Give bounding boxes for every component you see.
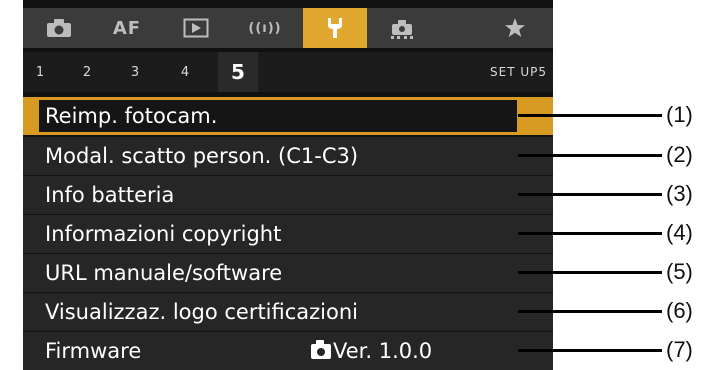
tab-setup[interactable] [303, 8, 367, 48]
menu-item-label: Visualizzaz. logo certificazioni [45, 300, 359, 324]
callout-line-5 [518, 271, 662, 274]
subtab-5[interactable]: 5 [218, 52, 258, 92]
star-icon [505, 18, 525, 37]
callout-line-2 [518, 154, 662, 157]
tab-my-menu[interactable] [483, 8, 547, 48]
subtab-2[interactable]: 2 [70, 52, 104, 92]
callout-line-7 [518, 349, 662, 352]
callout-line-1 [518, 114, 662, 117]
menu-item-firmware[interactable]: Firmware Ver. 1.0.0 [23, 332, 553, 370]
tab-custom-functions[interactable] [370, 8, 434, 48]
tab-playback[interactable] [164, 8, 228, 48]
subtab-3[interactable]: 3 [118, 52, 152, 92]
menu-item-label: Informazioni copyright [45, 222, 282, 246]
menu-item-logo-certificazioni[interactable]: Visualizzaz. logo certificazioni [23, 293, 553, 331]
menu-item-label: Firmware [45, 339, 142, 363]
callout-label-5: (5) [666, 259, 693, 284]
firmware-version-text: Ver. 1.0.0 [333, 339, 433, 363]
page-title: SET UP5 [490, 65, 547, 79]
callout-line-3 [518, 193, 662, 196]
firmware-version: Ver. 1.0.0 [311, 332, 432, 370]
wireless-icon: ((ı)) [248, 20, 282, 36]
subtab-4[interactable]: 4 [168, 52, 202, 92]
menu-item-label: URL manuale/software [45, 261, 283, 285]
playback-icon [183, 18, 209, 38]
callout-label-2: (2) [666, 142, 693, 167]
menu-item-reimp-fotocam[interactable]: Reimp. fotocam. [23, 97, 553, 135]
menu-item-info-batteria[interactable]: Info batteria [23, 176, 553, 214]
camera-icon [311, 340, 331, 359]
callout-label-6: (6) [666, 298, 693, 323]
camera-icon [47, 19, 71, 37]
tab-shooting[interactable] [27, 8, 91, 48]
tab-wireless[interactable]: ((ı)) [233, 8, 297, 48]
main-tab-bar: AF ((ı)) [23, 8, 553, 48]
sub-tab-bar: 1 2 3 4 5 SET UP5 [23, 52, 553, 92]
menu-item-informazioni-copyright[interactable]: Informazioni copyright [23, 215, 553, 253]
callout-label-7: (7) [666, 337, 693, 362]
af-icon: AF [112, 17, 142, 39]
callout-label-3: (3) [666, 181, 693, 206]
wrench-icon [328, 18, 342, 38]
callout-label-1: (1) [666, 102, 693, 127]
menu-item-label: Info batteria [45, 183, 175, 207]
subtab-1[interactable]: 1 [23, 52, 57, 92]
callout-line-4 [518, 232, 662, 235]
menu-item-modal-scatto[interactable]: Modal. scatto person. (C1-C3) [23, 137, 553, 175]
custom-functions-icon [391, 20, 413, 39]
callout-line-6 [518, 310, 662, 313]
camera-menu-screen: AF ((ı)) 1 2 3 4 5 SET UP5 Reimp. fotoca… [23, 0, 553, 370]
tab-af[interactable]: AF [95, 8, 159, 48]
menu-item-label: Reimp. fotocam. [39, 100, 517, 132]
menu-item-label: Modal. scatto person. (C1-C3) [45, 144, 359, 168]
menu-item-url-manuale[interactable]: URL manuale/software [23, 254, 553, 292]
callout-label-4: (4) [666, 220, 693, 245]
